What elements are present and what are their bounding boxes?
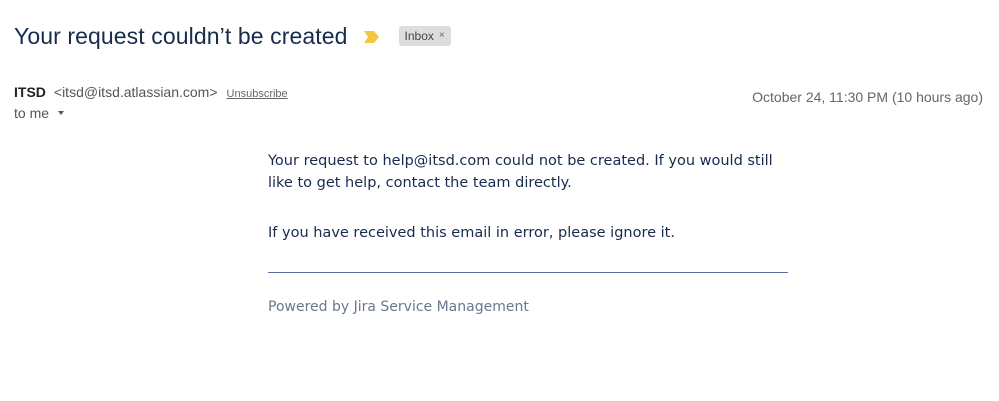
sender-email: <itsd@itsd.atlassian.com>	[53, 84, 218, 100]
body-divider	[268, 272, 788, 273]
body-paragraph-1: Your request to help@itsd.com could not …	[268, 153, 773, 191]
subject-row: Your request couldn’t be created Inbox ×	[14, 20, 451, 52]
importance-marker-icon[interactable]	[362, 29, 382, 45]
email-body: Your request to help@itsd.com could not …	[268, 150, 788, 315]
recipient-text: to me	[14, 105, 50, 121]
label-chip-text: Inbox	[404, 29, 434, 43]
importance-arrow-icon	[363, 31, 379, 43]
label-chip-inbox: Inbox ×	[398, 26, 451, 46]
body-paragraph-2: If you have received this email in error…	[268, 225, 675, 241]
chevron-down-icon[interactable]	[58, 111, 65, 115]
sender-name: ITSD	[14, 84, 46, 100]
label-remove-icon[interactable]: ×	[439, 28, 445, 44]
email-view: Your request couldn’t be created Inbox ×…	[0, 0, 999, 401]
powered-by-footer: Powered by Jira Service Management	[268, 299, 529, 315]
email-date: October 24, 11:30 PM (10 hours ago)	[752, 89, 983, 105]
recipient-details-toggle[interactable]: to me	[14, 105, 65, 121]
sender-row: ITSD <itsd@itsd.atlassian.com> Unsubscri…	[14, 84, 288, 100]
unsubscribe-link[interactable]: Unsubscribe	[227, 88, 288, 100]
email-subject: Your request couldn’t be created	[14, 22, 348, 49]
